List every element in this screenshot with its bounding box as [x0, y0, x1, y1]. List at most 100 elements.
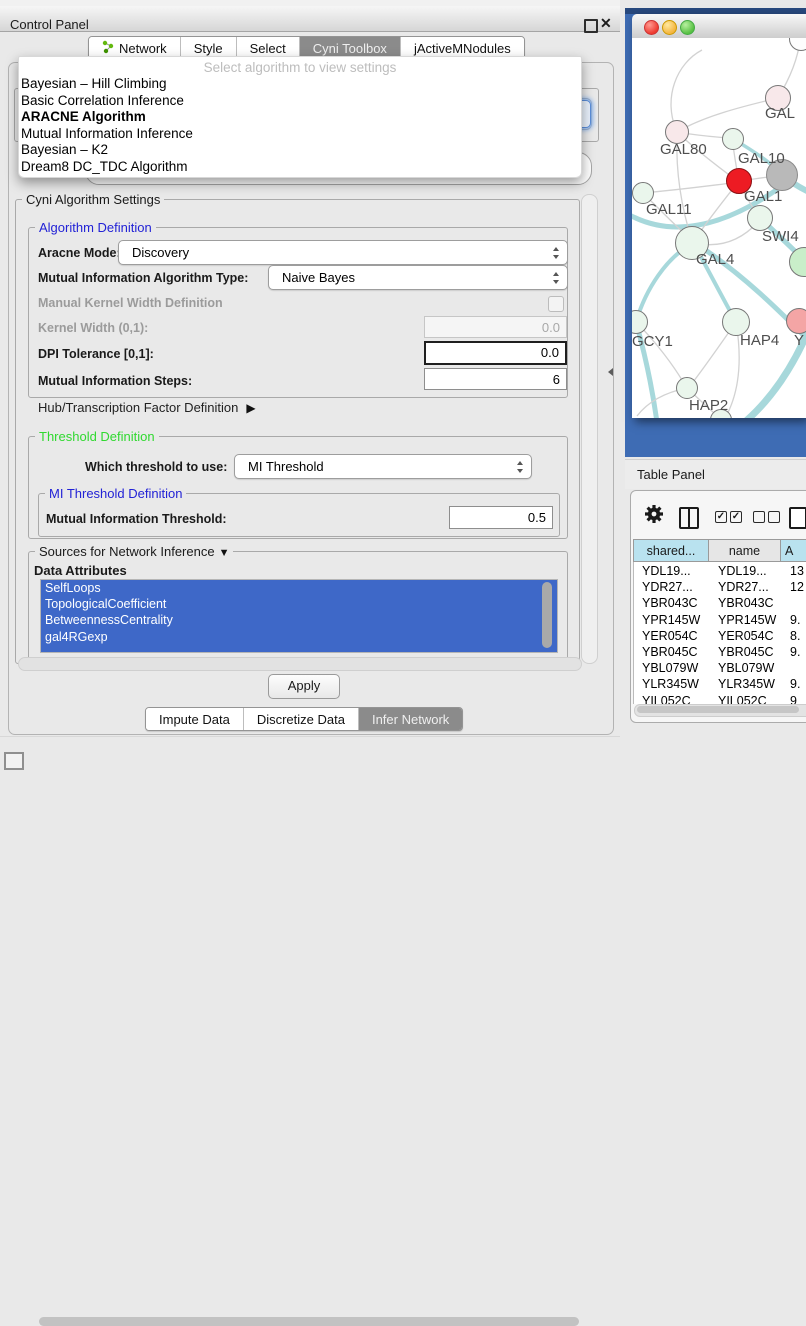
- mi-type-label: Mutual Information Algorithm Type:: [38, 271, 248, 285]
- which-threshold-select[interactable]: MI Threshold: [234, 454, 532, 479]
- network-node[interactable]: [786, 308, 806, 334]
- minimized-panel-icon[interactable]: [4, 752, 24, 770]
- desktop-background: GAL GAL80 GAL10 GAL1 GAL11 SWI4 GAL4 GCY…: [625, 8, 806, 457]
- tab-infer-network[interactable]: Infer Network: [359, 708, 462, 730]
- dropdown-item[interactable]: Basic Correlation Inference: [21, 93, 184, 108]
- node-label: GCY1: [632, 333, 673, 350]
- algorithm-definition-title: Algorithm Definition: [35, 220, 156, 235]
- mi-threshold-field[interactable]: 0.5: [449, 506, 553, 529]
- list-item[interactable]: gal4RGexp: [41, 629, 557, 645]
- close-traffic-light-icon[interactable]: [644, 20, 659, 35]
- dropdown-item[interactable]: Bayesian – K2: [21, 142, 108, 157]
- document-icon[interactable]: [789, 507, 806, 529]
- table-body[interactable]: YDL19... YDL19... 13 YDR27... YDR27... 1…: [633, 562, 806, 704]
- cyni-settings-title: Cyni Algorithm Settings: [22, 192, 164, 207]
- tab-impute-data[interactable]: Impute Data: [146, 708, 244, 730]
- mi-type-select[interactable]: Naive Bayes: [268, 265, 568, 290]
- table-row[interactable]: YBR043C YBR043C: [634, 595, 806, 611]
- algorithm-dropdown-list: Select algorithm to view settings Bayesi…: [18, 56, 582, 178]
- node-label: GAL: [765, 105, 795, 122]
- checked-checkbox-icon[interactable]: ✓: [715, 511, 727, 523]
- list-item[interactable]: SelfLoops: [41, 580, 557, 596]
- tab-discretize-data[interactable]: Discretize Data: [244, 708, 359, 730]
- list-item[interactable]: [41, 645, 557, 653]
- divider: [0, 736, 620, 737]
- settings-vertical-scrollbar[interactable]: [581, 194, 598, 664]
- dropdown-item[interactable]: Bayesian – Hill Climbing: [21, 76, 167, 91]
- mi-threshold-label: Mutual Information Threshold:: [46, 512, 227, 526]
- table-row[interactable]: YBR045C YBR045C 9.: [634, 644, 806, 660]
- close-icon[interactable]: ✕: [600, 15, 612, 32]
- data-attributes-label: Data Attributes: [34, 563, 127, 578]
- node-label: GAL10: [738, 150, 785, 167]
- which-threshold-label: Which threshold to use:: [85, 460, 227, 474]
- sources-group-title[interactable]: Sources for Network Inference▼: [35, 544, 233, 559]
- network-node-gal10[interactable]: [722, 128, 744, 150]
- node-label: GAL80: [660, 141, 707, 158]
- network-canvas[interactable]: GAL GAL80 GAL10 GAL1 GAL11 SWI4 GAL4 GCY…: [632, 38, 806, 418]
- expanded-arrow-icon: ▼: [219, 547, 230, 559]
- network-window-titlebar[interactable]: [632, 14, 806, 39]
- node-label: HAP4: [740, 332, 779, 349]
- table-row[interactable]: YPR145W YPR145W 9.: [634, 612, 806, 628]
- spinner-arrows-icon: [553, 246, 560, 260]
- spinner-arrows-icon: [517, 460, 524, 474]
- table-row[interactable]: YLR345W YLR345W 9.: [634, 676, 806, 692]
- gear-icon[interactable]: [644, 504, 664, 529]
- column-header-name[interactable]: name: [709, 539, 781, 562]
- dropdown-item[interactable]: Mutual Information Inference: [21, 126, 193, 141]
- split-columns-icon[interactable]: [679, 507, 699, 529]
- node-label: Y: [794, 332, 804, 349]
- network-node-hap2[interactable]: [676, 377, 698, 399]
- column-header-shared-name[interactable]: shared...: [633, 539, 709, 562]
- zoom-traffic-light-icon[interactable]: [680, 20, 695, 35]
- control-panel-titlebar: Control Panel ✕: [0, 6, 620, 32]
- manual-kernel-label: Manual Kernel Width Definition: [38, 296, 223, 310]
- list-item[interactable]: BetweennessCentrality: [41, 612, 557, 628]
- aracne-mode-label: Aracne Mode:: [38, 246, 121, 260]
- node-label: HAP2: [689, 397, 728, 414]
- kernel-width-field[interactable]: 0.0: [424, 316, 567, 338]
- node-label: GAL1: [744, 188, 782, 205]
- column-header-partial[interactable]: A: [781, 539, 806, 562]
- apply-button[interactable]: Apply: [268, 674, 340, 699]
- table-row[interactable]: YDL19... YDL19... 13: [634, 563, 806, 579]
- table-row[interactable]: YIL052C YIL052C 9: [634, 693, 806, 704]
- unchecked-checkbox-icon[interactable]: [768, 511, 780, 523]
- table-panel-window: ✓ ✓ shared... name A YDL19... YDL19... 1…: [630, 490, 806, 723]
- mi-steps-field[interactable]: 6: [424, 368, 567, 390]
- network-view-window: GAL GAL80 GAL10 GAL1 GAL11 SWI4 GAL4 GCY…: [632, 14, 806, 418]
- table-panel-header: Table Panel: [625, 459, 806, 489]
- attributes-scrollbar[interactable]: [542, 582, 552, 648]
- collapsed-arrow-icon: ▶: [246, 401, 255, 415]
- node-label: SWI4: [762, 228, 799, 245]
- spinner-arrows-icon: [553, 271, 560, 285]
- dropdown-item-selected[interactable]: ARACNE Algorithm: [21, 109, 146, 124]
- table-row[interactable]: YER054C YER054C 8.: [634, 628, 806, 644]
- float-window-icon[interactable]: [584, 19, 598, 33]
- table-row[interactable]: YDR27... YDR27... 12: [634, 579, 806, 595]
- minimize-traffic-light-icon[interactable]: [662, 20, 677, 35]
- manual-kernel-checkbox[interactable]: [548, 296, 564, 312]
- settings-horizontal-scrollbar[interactable]: [18, 657, 582, 671]
- table-horizontal-scrollbar[interactable]: [634, 704, 806, 717]
- splitter-grip-icon[interactable]: [608, 368, 613, 376]
- mi-steps-label: Mutual Information Steps:: [38, 374, 192, 388]
- aracne-mode-select[interactable]: Discovery: [118, 240, 568, 265]
- dpi-tolerance-field[interactable]: 0.0: [424, 341, 567, 365]
- table-panel-title: Table Panel: [637, 467, 705, 482]
- dpi-tolerance-label: DPI Tolerance [0,1]:: [38, 347, 154, 361]
- kernel-width-label: Kernel Width (0,1):: [38, 321, 148, 335]
- unchecked-checkbox-icon[interactable]: [753, 511, 765, 523]
- checked-checkbox-icon[interactable]: ✓: [730, 511, 742, 523]
- dropdown-item[interactable]: Dream8 DC_TDC Algorithm: [21, 159, 188, 174]
- hub-definition-expander[interactable]: Hub/Transcription Factor Definition▶: [38, 400, 256, 415]
- table-row[interactable]: YBL079W YBL079W: [634, 660, 806, 676]
- threshold-definition-title: Threshold Definition: [35, 429, 159, 444]
- list-item[interactable]: TopologicalCoefficient: [41, 596, 557, 612]
- dropdown-placeholder: Select algorithm to view settings: [19, 60, 581, 75]
- mi-threshold-group-title: MI Threshold Definition: [45, 486, 186, 501]
- node-label: GAL4: [696, 251, 734, 268]
- data-attributes-list[interactable]: SelfLoops TopologicalCoefficient Between…: [40, 579, 558, 653]
- cyni-bottom-tabbar: Impute Data Discretize Data Infer Networ…: [145, 707, 463, 731]
